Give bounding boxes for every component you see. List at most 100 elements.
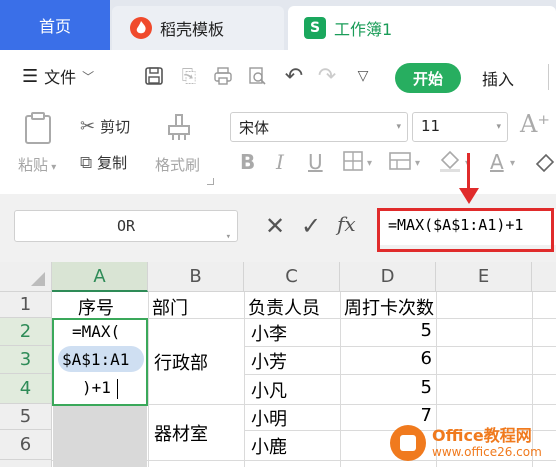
row-header-3[interactable]: 3 xyxy=(0,346,52,374)
undo-icon[interactable]: ↶ xyxy=(283,64,305,89)
format-painter-button[interactable]: 格式刷 xyxy=(155,154,200,175)
select-all-corner[interactable] xyxy=(0,262,52,292)
cut-button[interactable]: ✂ 剪切 xyxy=(80,116,130,137)
tab-home-label: 首页 xyxy=(38,17,71,36)
cell-edit-line-2: $A$1:A1 xyxy=(62,350,130,369)
cell-b5-merged[interactable]: 器材室 xyxy=(154,420,208,446)
watermark-url: www.office26.com xyxy=(432,444,542,459)
border-icon[interactable] xyxy=(342,150,364,177)
font-color-button[interactable]: A xyxy=(490,150,504,174)
cell-c2[interactable]: 小李 xyxy=(251,320,287,346)
save-icon[interactable] xyxy=(143,65,165,87)
font-size-dropdown-icon: ▾ xyxy=(496,122,501,132)
menu-divider xyxy=(548,64,549,90)
row-header-4[interactable]: 4 xyxy=(0,374,52,404)
cell-c4[interactable]: 小凡 xyxy=(251,377,287,403)
print-icon[interactable] xyxy=(212,65,234,87)
tab-workbook-label: 工作簿1 xyxy=(334,20,393,39)
column-header-f[interactable] xyxy=(532,262,556,292)
tab-daoke-templates[interactable]: 稻壳模板 xyxy=(112,6,284,50)
eraser-icon[interactable] xyxy=(534,150,556,177)
font-color-dropdown-icon[interactable]: ▾ xyxy=(510,158,515,169)
cell-a1[interactable]: 序号 xyxy=(78,294,114,320)
grow-font-button[interactable]: A⁺ xyxy=(520,110,550,138)
name-box-dropdown-icon: ▾ xyxy=(225,232,231,242)
cell-style-icon[interactable] xyxy=(388,150,412,177)
insert-function-icon[interactable]: fx xyxy=(337,212,356,236)
tab-workbook[interactable]: S 工作簿1 xyxy=(288,6,556,50)
tab-daoke-label: 稻壳模板 xyxy=(160,20,225,39)
cell-b2-merged[interactable]: 行政部 xyxy=(154,349,208,375)
paste-icon[interactable] xyxy=(20,110,56,146)
chevron-down-icon: ﹀ xyxy=(82,69,95,84)
row-header-5[interactable]: 5 xyxy=(0,404,52,430)
row-header-7[interactable] xyxy=(0,460,52,467)
watermark-title: Office教程网 xyxy=(432,425,532,445)
grid-line xyxy=(244,374,556,375)
confirm-icon[interactable]: ✓ xyxy=(301,212,321,240)
copy-button[interactable]: ⧉ 复制 xyxy=(80,152,127,173)
font-size-select[interactable]: 11 ▾ xyxy=(412,112,508,142)
cell-a5[interactable] xyxy=(53,406,147,467)
redo-icon[interactable]: ↷ xyxy=(316,64,338,89)
cell-d3[interactable]: 6 xyxy=(344,348,432,369)
cell-style-dropdown-icon[interactable]: ▾ xyxy=(415,158,420,169)
font-size-value: 11 xyxy=(421,117,441,135)
spreadsheet-icon: S xyxy=(304,17,326,39)
cell-c5[interactable]: 小明 xyxy=(251,405,287,431)
tab-start[interactable]: 开始 xyxy=(395,63,461,93)
cell-c1[interactable]: 负责人员 xyxy=(248,294,320,320)
row-header-6[interactable]: 6 xyxy=(0,430,52,460)
tab-insert[interactable]: 插入 xyxy=(482,66,514,90)
row-header-1[interactable]: 1 xyxy=(0,292,52,318)
column-header-b[interactable]: B xyxy=(148,262,244,292)
column-header-e[interactable]: E xyxy=(436,262,532,292)
column-header-d[interactable]: D xyxy=(340,262,436,292)
format-painter-icon[interactable] xyxy=(162,110,196,144)
paste-dropdown-icon: ▾ xyxy=(48,162,57,173)
name-box[interactable]: OR ▾ xyxy=(14,210,238,242)
file-menu-label: 文件 xyxy=(44,68,77,87)
cell-c3[interactable]: 小芳 xyxy=(251,348,287,374)
cell-b1[interactable]: 部门 xyxy=(152,294,188,320)
bold-button[interactable]: B xyxy=(240,150,255,174)
menu-row: ☰ 文件 ﹀ ⎘ ↶ ↷ ▽ 开始 插入 xyxy=(0,50,556,104)
italic-button[interactable]: I xyxy=(276,150,284,174)
cancel-icon[interactable]: ✕ xyxy=(265,212,285,240)
cut-label: 剪切 xyxy=(100,118,131,136)
row-header-2[interactable]: 2 xyxy=(0,318,52,346)
grow-font-label: A⁺ xyxy=(520,110,550,138)
office-logo-icon xyxy=(390,424,426,461)
print-preview-icon[interactable] xyxy=(246,65,268,87)
export-icon[interactable]: ⎘ xyxy=(178,65,200,87)
hamburger-icon: ☰ xyxy=(22,65,39,87)
customize-toolbar-icon[interactable]: ▽ xyxy=(352,65,374,87)
font-name-value: 宋体 xyxy=(239,119,270,137)
font-name-select[interactable]: 宋体 ▾ xyxy=(230,112,408,142)
paste-label: 粘贴 xyxy=(18,156,49,174)
cell-edit-line-1: =MAX( xyxy=(72,322,121,341)
tab-bar: 首页 稻壳模板 S 工作簿1 xyxy=(0,0,556,50)
cell-d2[interactable]: 5 xyxy=(344,320,432,341)
tab-home[interactable]: 首页 xyxy=(0,0,110,50)
fill-color-icon[interactable] xyxy=(438,150,462,177)
copy-icon: ⧉ xyxy=(80,152,93,173)
daoke-logo-icon xyxy=(130,17,152,39)
border-dropdown-icon[interactable]: ▾ xyxy=(367,158,372,169)
cell-d1[interactable]: 周打卡次数 xyxy=(344,294,434,320)
underline-button[interactable]: U xyxy=(308,150,323,174)
formula-highlight-box xyxy=(377,208,554,252)
name-box-value: OR xyxy=(116,217,136,235)
ribbon: 粘贴 ▾ ✂ 剪切 ⧉ 复制 格式刷 宋体 ▾ 11 ▾ A⁺ B I U ▾ … xyxy=(0,104,556,194)
clipboard-launcher-icon[interactable] xyxy=(207,178,214,185)
cell-c6[interactable]: 小鹿 xyxy=(251,433,287,459)
cell-edit-line-3: )+1 xyxy=(82,378,111,397)
grid-line xyxy=(244,346,556,347)
font-name-dropdown-icon: ▾ xyxy=(396,122,401,132)
paste-button[interactable]: 粘贴 ▾ xyxy=(18,154,56,175)
column-header-a[interactable]: A xyxy=(52,262,148,292)
scissors-icon: ✂ xyxy=(80,116,96,137)
cell-d4[interactable]: 5 xyxy=(344,377,432,398)
column-header-c[interactable]: C xyxy=(244,262,340,292)
file-menu[interactable]: ☰ 文件 ﹀ xyxy=(22,64,94,88)
